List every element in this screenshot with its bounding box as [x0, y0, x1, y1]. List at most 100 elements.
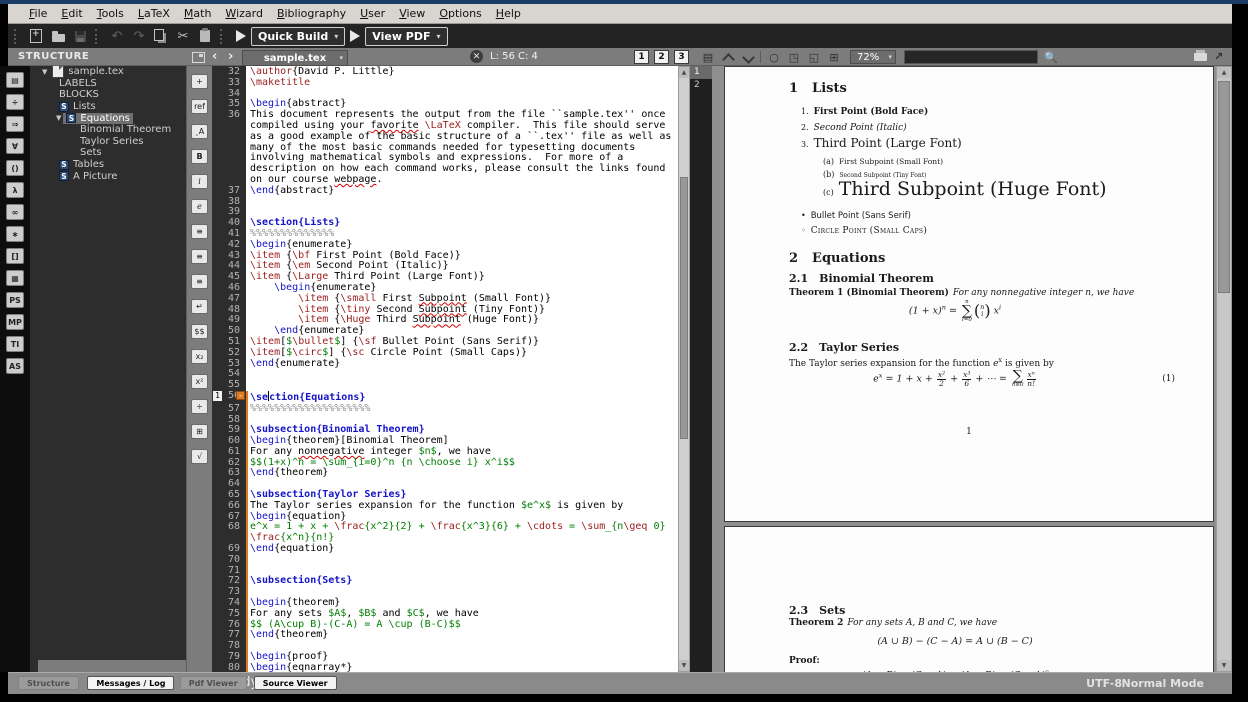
editor-scrollbar[interactable]: ▲ ▼ [678, 66, 690, 672]
menu-item-latex[interactable]: LaTeX [131, 5, 177, 22]
run-view-pdf-icon[interactable] [350, 30, 360, 42]
copy-icon[interactable] [151, 28, 171, 45]
structure-panel[interactable]: ▼sample.texLABELSBLOCKSSLists▼SEquations… [38, 66, 186, 660]
external-viewer-icon[interactable]: ↗ [1214, 50, 1223, 63]
line-number[interactable]: 68 [212, 522, 246, 544]
editor-line[interactable]: 38 [212, 197, 678, 208]
italic-icon[interactable]: i [191, 174, 208, 189]
line-number[interactable]: 37 [212, 186, 246, 197]
line-number[interactable]: 57 [212, 404, 246, 415]
align-right-icon[interactable]: ≡ [191, 274, 208, 289]
greek-letters-icon[interactable]: λ [6, 182, 24, 198]
frac-icon[interactable]: ÷ [191, 399, 208, 414]
prev-page-icon[interactable] [720, 50, 736, 64]
pdf-viewport[interactable]: 1Lists1.First Point (Bold Face)2.Second … [712, 66, 1216, 672]
editor-line[interactable]: 57%%%%%%%%%%%%%%%%%%%% [212, 404, 678, 415]
scroll-up-icon[interactable]: ▲ [1217, 67, 1231, 78]
menu-item-user[interactable]: User [353, 5, 392, 22]
insert-ref-icon[interactable]: ref [191, 99, 208, 114]
source-editor[interactable]: 32\author{David P. Little}33\maketitle34… [212, 66, 678, 672]
scroll-up-icon[interactable]: ▲ [679, 67, 689, 78]
editor-line[interactable]: 33\maketitle [212, 78, 678, 89]
insert-footnote-icon[interactable]: ¸A [191, 124, 208, 139]
editor-line[interactable]: 77\end{theorem} [212, 630, 678, 641]
menu-item-edit[interactable]: Edit [54, 5, 89, 22]
metapost-icon[interactable]: MP [6, 314, 24, 330]
structure-view-icon[interactable]: ▤ [6, 72, 24, 88]
line-number[interactable]: 42 [212, 240, 246, 251]
editor-line[interactable]: 53\end{enumerate} [212, 359, 678, 370]
zoom-in-icon[interactable]: ⊞ [826, 50, 842, 64]
paste-icon[interactable] [195, 28, 215, 45]
pdf-zoom-selector[interactable]: 72% ▾ [850, 50, 896, 64]
insert-label-icon[interactable]: + [191, 74, 208, 89]
brackets-icon[interactable]: [] [6, 248, 24, 264]
view-pdf-dropdown[interactable]: View PDF ▾ [365, 27, 447, 46]
align-center-icon[interactable]: ≡ [191, 249, 208, 264]
statusbar-tab-source-viewer[interactable]: Source Viewer [254, 676, 337, 690]
bookmark-marker[interactable]: 1 [213, 391, 222, 401]
structure-item-blocks[interactable]: BLOCKS [38, 89, 186, 101]
next-document-icon[interactable]: › [228, 49, 233, 64]
editor-scrollbar-thumb[interactable] [680, 177, 688, 439]
emph-icon[interactable]: e [191, 199, 208, 214]
special-chars-icon[interactable]: ▦ [6, 270, 24, 286]
menu-item-view[interactable]: View [392, 5, 432, 22]
editor-line[interactable]: 63\end{theorem} [212, 468, 678, 479]
arrow-symbols-icon[interactable]: ⇒ [6, 116, 24, 132]
editor-line[interactable]: 36This document represents the output fr… [212, 110, 678, 186]
line-number[interactable]: 33 [212, 78, 246, 89]
structure-item-equations[interactable]: ▼SEquations [38, 112, 186, 124]
superscript-icon[interactable]: x² [191, 374, 208, 389]
array-icon[interactable]: ⊞ [191, 424, 208, 439]
pdf-page-layout-1[interactable]: 1 [634, 50, 649, 64]
pstricks-icon[interactable]: PS [6, 292, 24, 308]
pdf-page-thumb-2[interactable]: 2 [690, 79, 712, 92]
search-icon[interactable]: 🔍 [1044, 51, 1058, 64]
close-document-icon[interactable]: ✕ [470, 50, 483, 63]
menu-item-options[interactable]: Options [432, 5, 488, 22]
structure-item-lists[interactable]: SLists [38, 101, 186, 113]
fit-page-icon[interactable]: ◱ [806, 50, 822, 64]
line-number[interactable]: 156- [212, 391, 246, 404]
tree-expand-icon[interactable]: ▼ [42, 68, 47, 76]
structure-item-sample-tex[interactable]: ▼sample.tex [38, 66, 186, 78]
editor-line[interactable]: 37\end{abstract} [212, 186, 678, 197]
toc-toggle-icon[interactable]: ▤ [700, 50, 716, 64]
misc-symbols-icon[interactable]: ∀ [6, 138, 24, 154]
line-number[interactable]: 80 [212, 663, 246, 672]
fit-width-icon[interactable]: ◳ [786, 50, 802, 64]
pdf-search-input[interactable] [904, 50, 1038, 64]
menu-item-tools[interactable]: Tools [90, 5, 131, 22]
menu-item-help[interactable]: Help [489, 5, 528, 22]
editor-line[interactable]: 70 [212, 555, 678, 566]
scroll-down-icon[interactable]: ▼ [679, 660, 689, 671]
asymptote-icon[interactable]: AS [6, 358, 24, 374]
editor-line[interactable]: 55 [212, 380, 678, 391]
pdf-page-layout-2[interactable]: 2 [654, 50, 669, 64]
structure-item-binomial-theorem[interactable]: Binomial Theorem [38, 124, 186, 136]
line-number[interactable]: 36 [212, 110, 246, 186]
structure-item-a-picture[interactable]: SA Picture [38, 170, 186, 182]
open-document-selector[interactable]: sample.tex ▾ [242, 50, 348, 66]
next-page-icon[interactable] [740, 50, 756, 64]
structure-item-labels[interactable]: LABELS [38, 78, 186, 90]
run-quick-build-icon[interactable] [236, 30, 246, 42]
inline-math-icon[interactable]: $$ [191, 324, 208, 339]
statusbar-tab-pdf-viewer[interactable]: Pdf Viewer [180, 676, 247, 690]
sqrt-icon[interactable]: √ [191, 449, 208, 464]
structure-item-taylor-series[interactable]: Taylor Series [38, 136, 186, 148]
editor-line[interactable]: 80\begin{eqnarray*} [212, 663, 678, 672]
fold-marker[interactable]: - [236, 391, 245, 400]
align-left-icon[interactable]: ≡ [191, 224, 208, 239]
subscript-icon[interactable]: x₂ [191, 349, 208, 364]
print-icon[interactable] [1194, 53, 1207, 61]
statusbar-tab-messages-log[interactable]: Messages / Log [87, 676, 174, 690]
delimiters-icon[interactable]: () [6, 160, 24, 176]
quick-build-dropdown[interactable]: Quick Build ▾ [251, 27, 345, 46]
cut-icon[interactable]: ✂ [173, 28, 193, 45]
line-number[interactable]: 47 [212, 294, 246, 305]
pdf-scrollbar[interactable]: ▲ ▼ [1216, 66, 1232, 672]
line-number[interactable]: 52 [212, 348, 246, 359]
newline-icon[interactable]: ↵ [191, 299, 208, 314]
